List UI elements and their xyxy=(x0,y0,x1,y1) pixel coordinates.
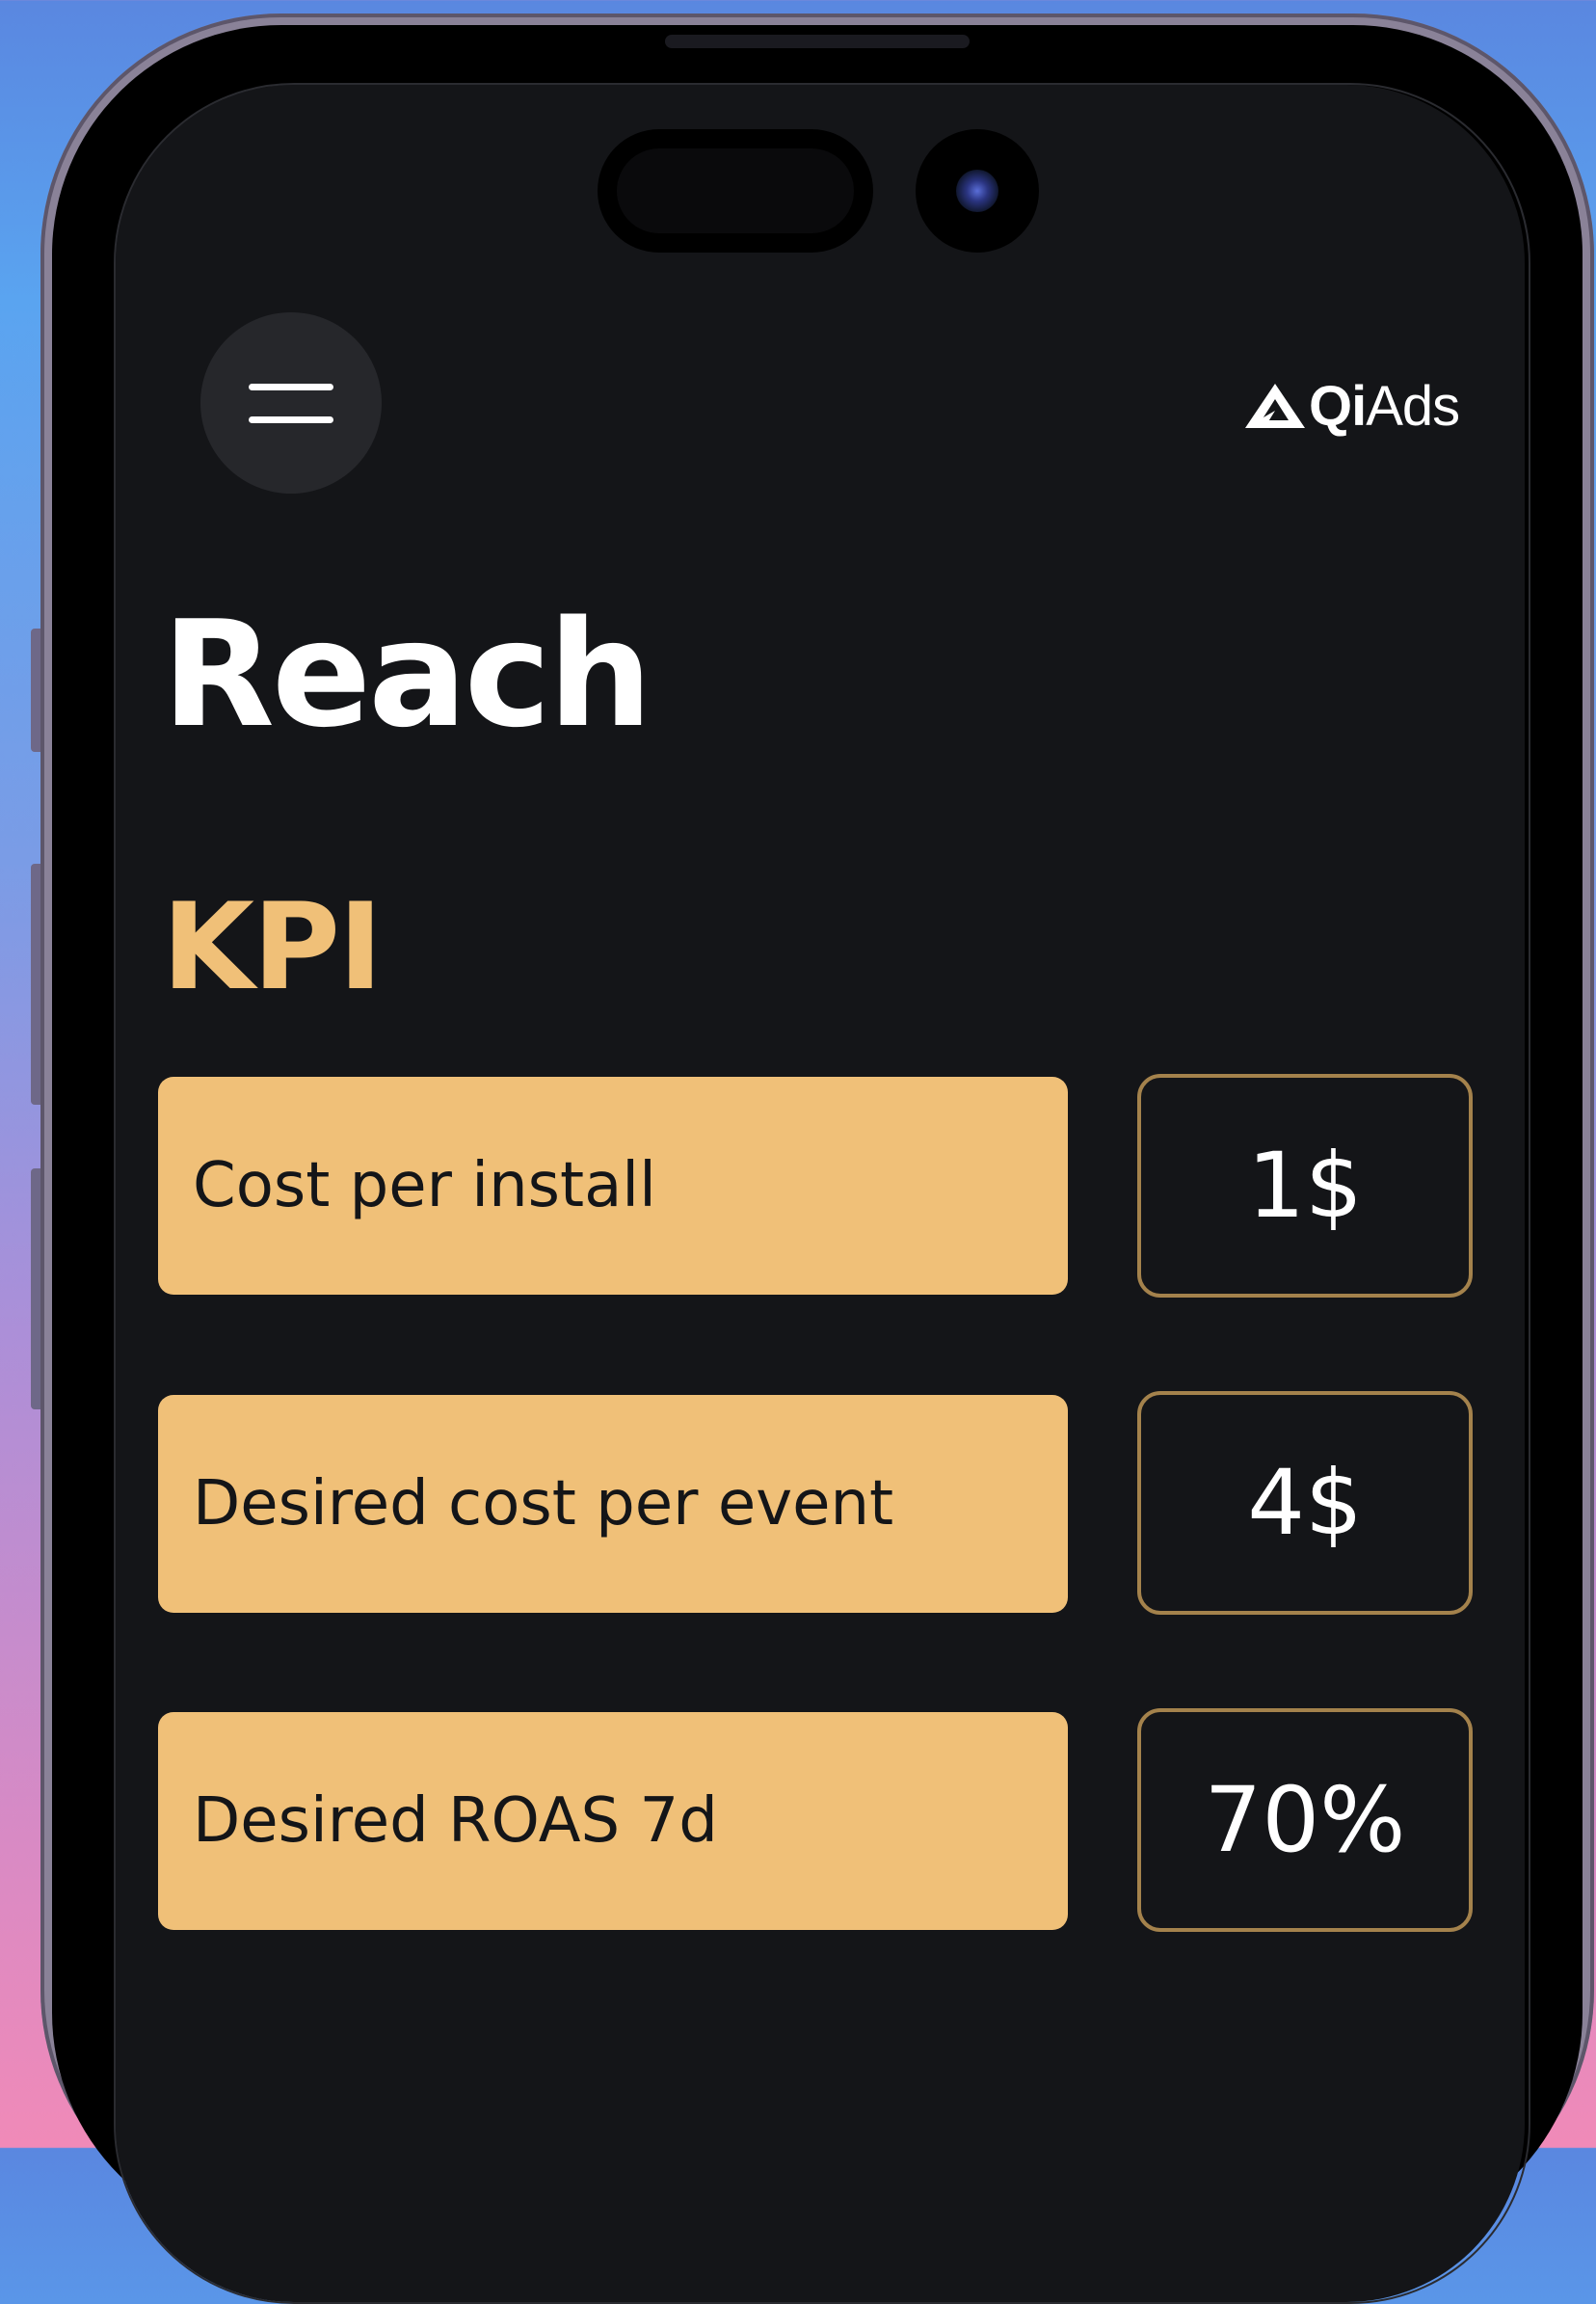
page-title: Reach xyxy=(162,589,652,760)
dynamic-island-inner xyxy=(617,148,854,233)
front-camera xyxy=(916,129,1039,253)
dynamic-island xyxy=(598,129,873,253)
triangle-logo-icon xyxy=(1245,384,1305,428)
logo-text-light: Ads xyxy=(1366,375,1460,438)
kpi-label-desired-roas-7d: Desired ROAS 7d xyxy=(158,1712,1068,1930)
kpi-value-cost-per-install[interactable]: 1$ xyxy=(1137,1074,1473,1298)
kpi-value-desired-cost-per-event[interactable]: 4$ xyxy=(1137,1391,1473,1615)
menu-icon-line xyxy=(249,416,333,423)
menu-icon-line xyxy=(249,384,333,390)
speaker-slot xyxy=(665,35,970,48)
kpi-label-desired-cost-per-event: Desired cost per event xyxy=(158,1395,1068,1613)
menu-button[interactable] xyxy=(200,312,382,494)
logo-text-bold: Qi xyxy=(1309,375,1367,438)
kpi-value-desired-roas-7d[interactable]: 70% xyxy=(1137,1708,1473,1932)
logo-wordmark: QiAds xyxy=(1309,375,1460,438)
qiads-logo: QiAds xyxy=(1243,378,1482,436)
kpi-section-title: KPI xyxy=(162,878,383,1017)
hamburger-menu-icon xyxy=(249,382,333,426)
kpi-label-cost-per-install: Cost per install xyxy=(158,1077,1068,1295)
camera-lens xyxy=(956,170,998,212)
